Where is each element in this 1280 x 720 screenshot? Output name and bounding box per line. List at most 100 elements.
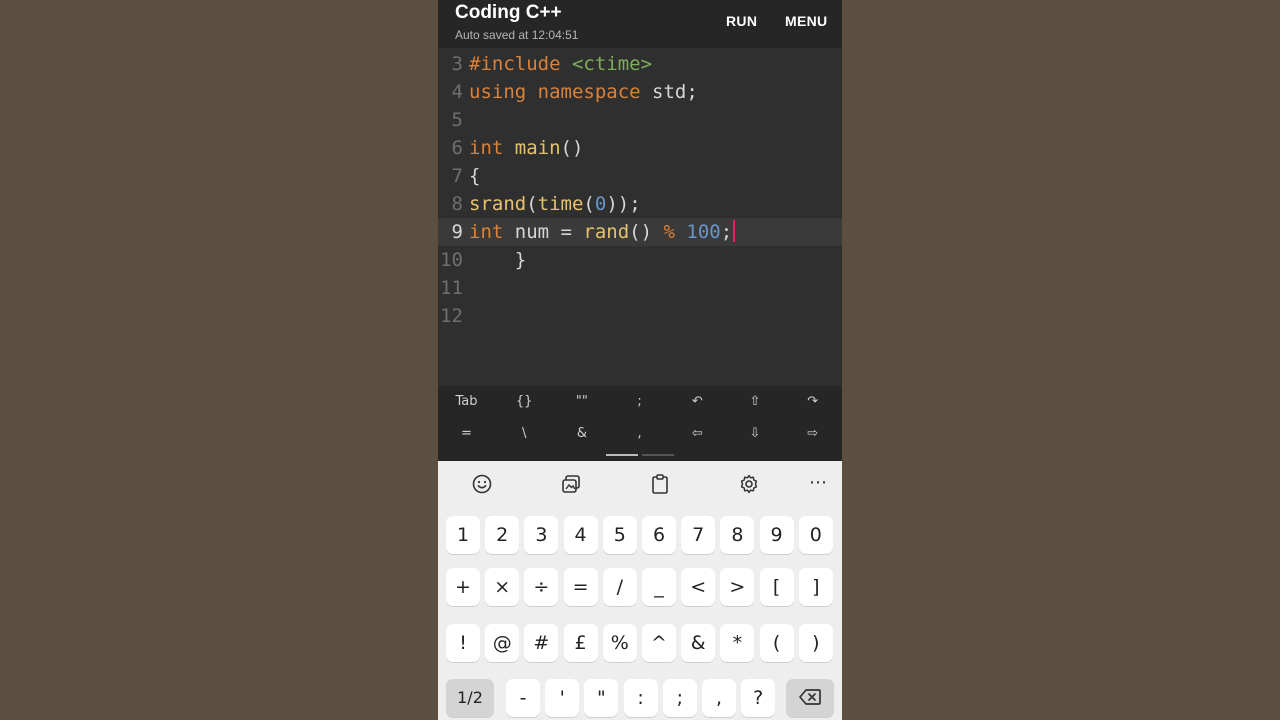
- code-token: namespace: [537, 81, 653, 103]
- code-token: %: [663, 221, 687, 243]
- code-line[interactable]: 5: [438, 106, 842, 134]
- code-token: }: [469, 249, 527, 271]
- line-number: 8: [451, 193, 463, 215]
- key[interactable]: #: [524, 624, 559, 662]
- arrow-right-key[interactable]: ⇨: [784, 419, 841, 449]
- key[interactable]: [: [759, 568, 794, 606]
- key[interactable]: 3: [524, 516, 559, 554]
- key[interactable]: 7: [681, 516, 716, 554]
- code-line[interactable]: 8 srand(time(0));: [438, 190, 842, 218]
- autosave-status: Auto saved at 12:04:51: [455, 28, 579, 42]
- key[interactable]: 8: [720, 516, 755, 554]
- equals-key[interactable]: =: [438, 419, 495, 449]
- page-indicator: [642, 454, 674, 456]
- backspace-icon: [799, 689, 821, 705]
- line-number: 7: [451, 165, 463, 187]
- code-token: int: [469, 137, 515, 159]
- more-icon[interactable]: ⋯: [805, 472, 831, 496]
- code-line[interactable]: 6 int main(): [438, 134, 842, 162]
- code-line[interactable]: 12: [438, 302, 842, 330]
- key[interactable]: 9: [759, 516, 794, 554]
- key[interactable]: 5: [602, 516, 637, 554]
- run-button[interactable]: RUN: [726, 13, 757, 29]
- code-text: {: [469, 162, 480, 190]
- line-number: 6: [451, 137, 463, 159]
- clipboard-icon[interactable]: [648, 472, 672, 496]
- code-line[interactable]: 10 }: [438, 246, 842, 274]
- quotes-key[interactable]: "": [553, 387, 610, 417]
- key[interactable]: -: [506, 679, 540, 717]
- key[interactable]: +: [446, 568, 480, 606]
- line-number: 3: [451, 53, 463, 75]
- braces-key[interactable]: {}: [496, 387, 553, 417]
- key[interactable]: @: [485, 624, 520, 662]
- key[interactable]: ;: [662, 679, 697, 717]
- code-token: ;: [720, 221, 733, 243]
- key[interactable]: !: [446, 624, 480, 662]
- key[interactable]: ]: [798, 568, 833, 606]
- code-text: srand(time(0));: [469, 190, 641, 218]
- key[interactable]: =: [563, 568, 598, 606]
- menu-button[interactable]: MENU: [785, 13, 827, 29]
- code-token: 0: [594, 193, 607, 215]
- arrow-left-key[interactable]: ⇦: [669, 419, 726, 449]
- redo-key[interactable]: ↷: [784, 387, 841, 417]
- undo-key[interactable]: ↶: [669, 387, 726, 417]
- key[interactable]: /: [602, 568, 637, 606]
- key[interactable]: 6: [642, 516, 676, 554]
- code-token: main: [514, 137, 561, 159]
- semicolon-key[interactable]: ;: [611, 387, 668, 417]
- tab-key[interactable]: Tab: [438, 387, 495, 417]
- key[interactable]: :: [623, 679, 658, 717]
- comma-key[interactable]: ,: [611, 419, 668, 449]
- key[interactable]: ": [584, 679, 619, 717]
- emoji-icon[interactable]: [470, 472, 494, 496]
- code-line[interactable]: 4 using namespace std;: [438, 78, 842, 106]
- code-token: num =: [514, 221, 584, 243]
- code-line[interactable]: 3 #include <ctime>: [438, 50, 842, 78]
- line-number: 5: [451, 109, 463, 131]
- ampersand-key[interactable]: &: [553, 419, 610, 449]
- key[interactable]: %: [602, 624, 637, 662]
- symbols-page-toggle[interactable]: 1/2: [446, 679, 494, 717]
- key[interactable]: ×: [485, 568, 520, 606]
- soft-keyboard: ⋯ 1 2 3 4 5 6 7 8 9 0 + × ÷ = / _ < >[]! @ # £% ^ & *() 1/2- ' ":;…: [438, 461, 842, 720]
- backspace-key[interactable]: [786, 679, 834, 717]
- code-token: std;: [652, 81, 698, 103]
- code-token: (: [583, 193, 595, 215]
- shift-key[interactable]: ⇧: [727, 387, 784, 417]
- code-editor[interactable]: 3 #include <ctime> 4 using namespace std; 5 6…: [438, 50, 842, 386]
- backslash-key[interactable]: \: [496, 419, 553, 449]
- code-text: }: [469, 246, 526, 274]
- settings-icon[interactable]: [737, 472, 761, 496]
- arrow-down-key[interactable]: ⇩: [727, 419, 784, 449]
- key[interactable]: ': [545, 679, 580, 717]
- app-title: Coding C++: [455, 2, 562, 23]
- key[interactable]: <: [681, 568, 716, 606]
- code-line[interactable]: 7{: [438, 162, 842, 190]
- key[interactable]: £: [563, 624, 598, 662]
- line-number: 12: [440, 305, 463, 327]
- key[interactable]: >: [720, 568, 755, 606]
- code-token: time: [537, 193, 584, 215]
- key[interactable]: ,: [702, 679, 736, 717]
- sticker-icon[interactable]: [559, 472, 583, 496]
- key[interactable]: _: [642, 568, 676, 606]
- code-token: using: [469, 81, 538, 103]
- key[interactable]: 1: [446, 516, 480, 554]
- key[interactable]: &: [681, 624, 716, 662]
- key[interactable]: ÷: [524, 568, 559, 606]
- key[interactable]: ^: [642, 624, 676, 662]
- code-token: ));: [606, 193, 641, 215]
- code-line[interactable]: 11: [438, 274, 842, 302]
- key[interactable]: *: [720, 624, 755, 662]
- key[interactable]: 0: [798, 516, 833, 554]
- key[interactable]: (: [759, 624, 794, 662]
- key[interactable]: 2: [485, 516, 520, 554]
- code-token: <ctime>: [571, 53, 653, 75]
- key[interactable]: ?: [741, 679, 776, 717]
- key[interactable]: ): [798, 624, 833, 662]
- code-line[interactable]: 9 int num = rand() % 100;: [438, 218, 842, 246]
- code-token: srand: [469, 193, 527, 215]
- key[interactable]: 4: [563, 516, 598, 554]
